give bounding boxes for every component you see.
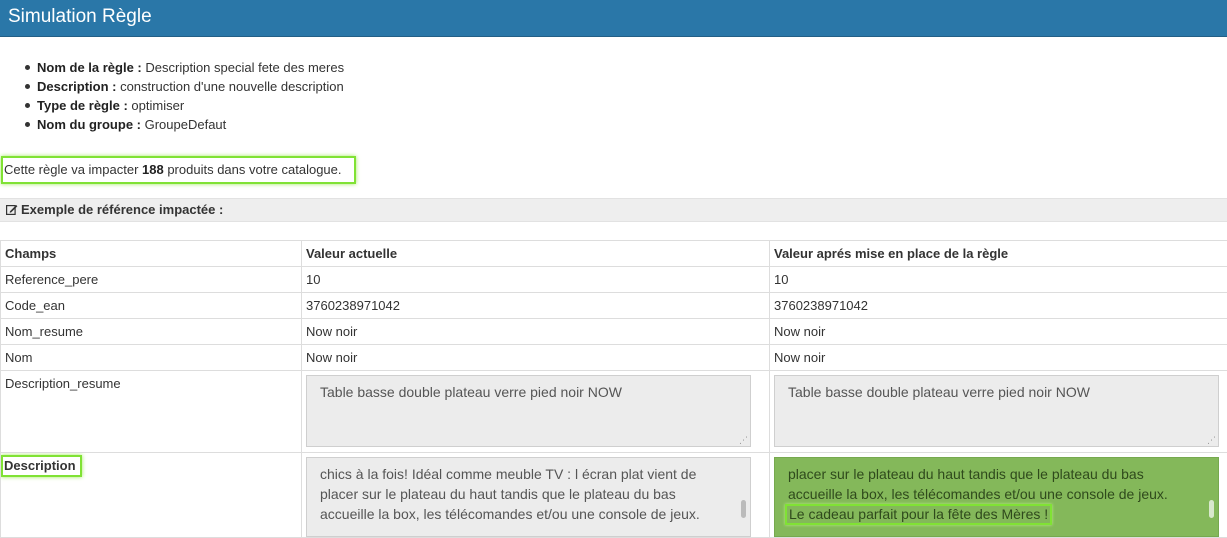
rule-info-separator: : bbox=[134, 60, 146, 75]
rule-info-separator: : bbox=[109, 79, 121, 94]
table-row: Nom Now noir Now noir bbox=[1, 345, 1227, 371]
current-value-cell: Now noir bbox=[302, 345, 770, 371]
table-row: Nom_resume Now noir Now noir bbox=[1, 319, 1227, 345]
bullet-icon bbox=[25, 103, 30, 108]
current-value-cell: Now noir bbox=[302, 319, 770, 345]
after-value-cell: Now noir bbox=[770, 345, 1227, 371]
bullet-icon bbox=[25, 65, 30, 70]
description-field-label: Description bbox=[1, 455, 82, 477]
textarea-line: placer sur le plateau du haut tandis que… bbox=[788, 464, 1205, 484]
rule-info-label: Type de règle bbox=[37, 98, 120, 113]
table-row: Description chics à la fois! Idéal comme… bbox=[1, 453, 1227, 538]
description-resume-current-textarea[interactable]: Table basse double plateau verre pied no… bbox=[306, 375, 751, 447]
impact-count: 188 bbox=[142, 162, 164, 177]
field-name-cell: Description bbox=[1, 453, 302, 538]
after-value-cell: 3760238971042 bbox=[770, 293, 1227, 319]
bullet-icon bbox=[25, 122, 30, 127]
rule-info-list: Nom de la règle : Description special fe… bbox=[22, 58, 344, 134]
table-header-row: Champs Valeur actuelle Valeur aprés mise… bbox=[1, 241, 1227, 267]
impact-prefix: Cette règle va impacter bbox=[4, 162, 142, 177]
textarea-scrollbar[interactable] bbox=[1209, 500, 1214, 518]
resize-grip-icon[interactable]: ⋰ bbox=[1207, 436, 1216, 445]
table-row: Reference_pere 10 10 bbox=[1, 267, 1227, 293]
impact-suffix: produits dans votre catalogue. bbox=[164, 162, 342, 177]
description-after-textarea[interactable]: placer sur le plateau du haut tandis que… bbox=[774, 457, 1219, 537]
column-header-current: Valeur actuelle bbox=[302, 241, 770, 267]
edit-icon bbox=[6, 199, 18, 221]
rule-info-label: Description bbox=[37, 79, 109, 94]
textarea-line: accueille la box, les télécomandes et/ou… bbox=[788, 484, 1205, 504]
field-name-cell: Description_resume bbox=[1, 371, 302, 453]
example-section-header: Exemple de référence impactée : bbox=[0, 198, 1227, 222]
rule-info-item: Type de règle : optimiser bbox=[22, 96, 344, 115]
rule-info-item: Description : construction d'une nouvell… bbox=[22, 77, 344, 96]
field-name-cell: Nom bbox=[1, 345, 302, 371]
current-value-cell: chics à la fois! Idéal comme meuble TV :… bbox=[302, 453, 770, 538]
rule-info-separator: : bbox=[120, 98, 132, 113]
current-value-cell: 3760238971042 bbox=[302, 293, 770, 319]
rule-info-value: construction d'une nouvelle description bbox=[120, 79, 344, 94]
current-value-cell: 10 bbox=[302, 267, 770, 293]
after-value-cell: placer sur le plateau du haut tandis que… bbox=[770, 453, 1227, 538]
table-row: Description_resume Table basse double pl… bbox=[1, 371, 1227, 453]
textarea-line: accueille la box, les télécomandes et/ou… bbox=[320, 504, 737, 524]
textarea-scrollbar[interactable] bbox=[741, 500, 746, 518]
textarea-text: Table basse double plateau verre pied no… bbox=[320, 384, 622, 400]
rule-info-item: Nom du groupe : GroupeDefaut bbox=[22, 115, 344, 134]
rule-info-label: Nom de la règle bbox=[37, 60, 134, 75]
rule-info-value: GroupeDefaut bbox=[145, 117, 227, 132]
highlighted-new-text: Le cadeau parfait pour la fête des Mères… bbox=[785, 504, 1052, 525]
example-section-title: Exemple de référence impactée : bbox=[21, 202, 223, 217]
rule-info-value: optimiser bbox=[131, 98, 184, 113]
field-name-cell: Reference_pere bbox=[1, 267, 302, 293]
column-header-after: Valeur aprés mise en place de la règle bbox=[770, 241, 1227, 267]
column-header-field: Champs bbox=[1, 241, 302, 267]
description-resume-after-textarea[interactable]: Table basse double plateau verre pied no… bbox=[774, 375, 1219, 447]
page-title: Simulation Règle bbox=[8, 5, 152, 29]
bullet-icon bbox=[25, 84, 30, 89]
field-name-cell: Code_ean bbox=[1, 293, 302, 319]
resize-grip-icon[interactable]: ⋰ bbox=[739, 436, 748, 445]
after-value-cell: 10 bbox=[770, 267, 1227, 293]
textarea-text: Table basse double plateau verre pied no… bbox=[788, 384, 1090, 400]
current-value-cell: Table basse double plateau verre pied no… bbox=[302, 371, 770, 453]
impact-message: Cette règle va impacter 188 produits dan… bbox=[1, 156, 356, 184]
rule-info-item: Nom de la règle : Description special fe… bbox=[22, 58, 344, 77]
textarea-line: placer sur le plateau du haut tandis que… bbox=[320, 484, 737, 504]
page-header: Simulation Règle bbox=[0, 0, 1227, 37]
table-row: Code_ean 3760238971042 3760238971042 bbox=[1, 293, 1227, 319]
textarea-line: chics à la fois! Idéal comme meuble TV :… bbox=[320, 464, 737, 484]
description-current-textarea[interactable]: chics à la fois! Idéal comme meuble TV :… bbox=[306, 457, 751, 537]
rule-info-label: Nom du groupe bbox=[37, 117, 133, 132]
rule-info-value: Description special fete des meres bbox=[145, 60, 344, 75]
reference-table: Champs Valeur actuelle Valeur aprés mise… bbox=[0, 240, 1227, 538]
rule-info-separator: : bbox=[133, 117, 145, 132]
textarea-line: Le cadeau parfait pour la fête des Mères… bbox=[788, 504, 1205, 525]
after-value-cell: Table basse double plateau verre pied no… bbox=[770, 371, 1227, 453]
after-value-cell: Now noir bbox=[770, 319, 1227, 345]
field-name-cell: Nom_resume bbox=[1, 319, 302, 345]
